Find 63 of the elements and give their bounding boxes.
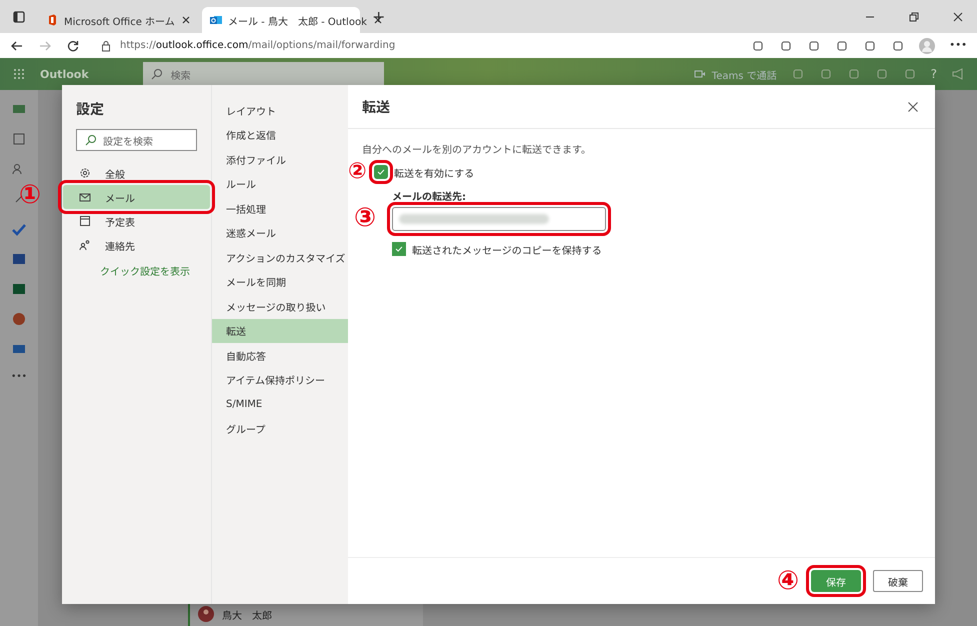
description-text: 自分へのメールを別のアカウントに転送できます。 [362, 144, 592, 156]
close-icon[interactable] [180, 15, 191, 25]
settings-title: 設定 [75, 101, 105, 120]
settings-subcategory[interactable]: メールを同期 [212, 270, 348, 294]
more-button[interactable]: ••• [949, 40, 967, 51]
checkmark-icon [394, 244, 404, 254]
search-icon [150, 68, 163, 80]
restore-icon[interactable] [909, 12, 919, 22]
settings-subcategory[interactable]: 自動応答 [212, 343, 348, 368]
gear-icon [79, 167, 91, 179]
tab-actions-icon[interactable] [12, 10, 26, 24]
video-icon [694, 68, 706, 80]
tab-title: Microsoft Office ホーム [64, 16, 175, 28]
checkbox[interactable] [392, 242, 406, 256]
sender-name: 鳥大 太郎 [222, 610, 272, 622]
close-icon[interactable] [953, 12, 963, 22]
settings-subcategory[interactable]: メッセージの取り扱い [212, 294, 348, 318]
panel-title: 転送 [362, 98, 390, 116]
app-launcher-icon[interactable] [12, 67, 26, 81]
settings-subcategory[interactable]: 添付ファイル [212, 147, 348, 172]
more-apps-button[interactable]: ••• [11, 372, 27, 382]
settings-subcategory[interactable]: 作成と返信 [212, 122, 348, 147]
settings-subcategory[interactable]: S/MIME [212, 392, 348, 416]
office-icon [46, 14, 58, 26]
settings-subcategory[interactable]: 一括処理 [212, 196, 348, 220]
quick-settings-link[interactable]: クイック設定を表示 [62, 257, 211, 278]
step-marker: ④ [776, 568, 799, 594]
search-icon [85, 134, 97, 146]
back-icon[interactable] [10, 38, 24, 52]
step-marker: ② [348, 161, 367, 183]
settings-category[interactable]: 連絡先 [63, 233, 210, 257]
lock-icon [100, 40, 112, 52]
settings-subcategory[interactable]: アクションのカスタマイズ [212, 245, 348, 270]
settings-subcategory[interactable]: 迷惑メール [212, 220, 348, 245]
settings-subcategory[interactable]: グループ [212, 416, 348, 441]
megaphone-icon[interactable] [951, 67, 965, 81]
checkmark-icon[interactable] [12, 222, 26, 236]
refresh-icon[interactable] [66, 38, 80, 52]
checkbox-label: 転送を有効にする [394, 168, 474, 180]
settings-subcategory[interactable]: レイアウト [212, 98, 348, 122]
profile-icon[interactable] [919, 38, 936, 54]
discard-button[interactable]: 破棄 [873, 570, 923, 592]
close-icon[interactable] [907, 100, 919, 112]
settings-subcategory[interactable]: アイテム保持ポリシー [212, 368, 348, 392]
field-label: メールの転送先: [392, 190, 467, 203]
address-bar[interactable]: https://outlook.office.com/mail/options/mail/forwarding [94, 36, 738, 56]
avatar-icon [198, 606, 214, 622]
outlook-icon [210, 14, 222, 26]
save-button[interactable]: 保存 [811, 570, 861, 592]
settings-category[interactable]: 全般 [63, 161, 210, 185]
settings-subcategory[interactable]: ルール [212, 172, 348, 196]
settings-search-field[interactable]: 設定を検索 [76, 129, 197, 151]
settings-subcategory[interactable]: 転送 [212, 318, 348, 343]
step-marker: ① [19, 182, 42, 208]
settings-category[interactable]: 予定表 [63, 209, 210, 233]
step-marker: ③ [354, 205, 376, 231]
checkmark-icon [376, 167, 386, 177]
checkbox-label: 転送されたメッセージのコピーを保持する [412, 244, 602, 256]
tab-title: メール - 鳥大 太郎 - Outlook [228, 16, 367, 28]
people-icon [79, 239, 91, 251]
calendar-icon [79, 215, 91, 227]
forward-icon[interactable] [38, 38, 52, 52]
calendar-icon[interactable] [12, 132, 26, 146]
